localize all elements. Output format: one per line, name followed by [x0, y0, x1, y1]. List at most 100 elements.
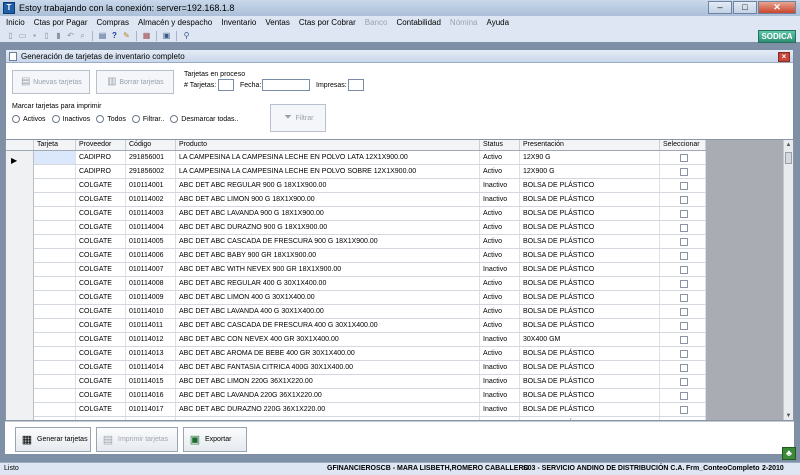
select-checkbox[interactable]	[680, 322, 688, 330]
table-row[interactable]: COLGATE 010114004 ABC DET ABC DURAZNO 900 …	[34, 221, 706, 235]
table-row[interactable]: COLGATE 010114006 ABC DET ABC BABY 900 GR …	[34, 249, 706, 263]
radio-activos[interactable]: Activos	[12, 115, 46, 123]
table-row[interactable]: COLGATE 010114009 ABC DET ABC LIMON 400 G …	[34, 291, 706, 305]
tree-icon[interactable]: ♣	[782, 447, 796, 460]
form-close-button[interactable]: ×	[778, 52, 790, 62]
num-tarjetas-field[interactable]	[218, 79, 234, 91]
menu-nomina[interactable]: Nómina	[450, 18, 478, 27]
radio-desmarcar[interactable]: Desmarcar todas..	[170, 115, 238, 123]
col-tarjeta[interactable]: Tarjeta	[34, 140, 76, 150]
select-checkbox[interactable]	[680, 350, 688, 358]
table-row[interactable]: COLGATE 010114017 ABC DET ABC DURAZNO 220G…	[34, 403, 706, 417]
col-presentacion[interactable]: Presentación	[520, 140, 660, 150]
table-row[interactable]: COLGATE 010114002 ABC DET ABC LIMON 900 G …	[34, 193, 706, 207]
cell-tarjeta[interactable]	[34, 221, 76, 234]
cell-tarjeta[interactable]	[34, 179, 76, 192]
delete-icon[interactable]: ▮	[54, 31, 63, 40]
connect-icon[interactable]: ⚲	[182, 31, 191, 40]
menu-ayuda[interactable]: Ayuda	[487, 18, 510, 27]
menu-banco[interactable]: Banco	[365, 18, 388, 27]
table-row[interactable]: COLGATE 010114001 ABC DET ABC REGULAR 900 …	[34, 179, 706, 193]
cell-tarjeta[interactable]	[34, 361, 76, 374]
table-row[interactable]: COLGATE 010114014 ABC DET ABC FANTASIA CIT…	[34, 361, 706, 375]
calendar-icon[interactable]: ▦	[142, 31, 151, 40]
table-row[interactable]: COLGATE 010114016 ABC DET ABC LAVANDA 220G…	[34, 389, 706, 403]
select-checkbox[interactable]	[680, 392, 688, 400]
scroll-up-icon[interactable]: ▲	[785, 141, 792, 150]
table-row[interactable]: COLGATE 010114015 ABC DET ABC LIMON 220G 3…	[34, 375, 706, 389]
table-row[interactable]: COLGATE 010114011 ABC DET ABC CASCADA DE F…	[34, 319, 706, 333]
select-checkbox[interactable]	[680, 280, 688, 288]
cell-tarjeta[interactable]	[34, 151, 76, 164]
cell-tarjeta[interactable]	[34, 347, 76, 360]
undo-icon[interactable]: ↶	[66, 31, 75, 40]
select-checkbox[interactable]	[680, 182, 688, 190]
cell-tarjeta[interactable]	[34, 235, 76, 248]
fecha-field[interactable]	[262, 79, 310, 91]
table-row[interactable]: COLGATE 010114003 ABC DET ABC LAVANDA 900 …	[34, 207, 706, 221]
print-icon[interactable]: ▤	[98, 31, 107, 40]
table-row[interactable]: COLGATE 010114005 ABC DET ABC CASCADA DE F…	[34, 235, 706, 249]
save-icon[interactable]: ▪	[30, 31, 39, 40]
cell-tarjeta[interactable]	[34, 277, 76, 290]
table-row[interactable]: CADIPRO 291856002 LA CAMPESINA LA CAMPESIN…	[34, 165, 706, 179]
cell-tarjeta[interactable]	[34, 403, 76, 416]
cards-grid[interactable]: ▶ Tarjeta Proveedor Código Producto Stat…	[5, 139, 794, 421]
select-checkbox[interactable]	[680, 210, 688, 218]
scroll-thumb[interactable]	[785, 152, 792, 164]
borrar-tarjetas-button[interactable]: ▥ Borrar tarjetas	[96, 70, 174, 94]
select-checkbox[interactable]	[680, 154, 688, 162]
table-row[interactable]: COLGATE 010114007 ABC DET ABC WITH NEVEX 9…	[34, 263, 706, 277]
select-checkbox[interactable]	[680, 308, 688, 316]
impresas-field[interactable]	[348, 79, 364, 91]
select-checkbox[interactable]	[680, 224, 688, 232]
col-status[interactable]: Status	[480, 140, 520, 150]
menu-inventario[interactable]: Inventario	[221, 18, 256, 27]
menu-almacen[interactable]: Almacén y despacho	[138, 18, 212, 27]
select-checkbox[interactable]	[680, 336, 688, 344]
cell-tarjeta[interactable]	[34, 193, 76, 206]
cell-tarjeta[interactable]	[34, 263, 76, 276]
scroll-down-icon[interactable]: ▼	[785, 412, 792, 420]
printer-setup-icon[interactable]: ▣	[162, 31, 171, 40]
menu-contabilidad[interactable]: Contabilidad	[396, 18, 440, 27]
table-row[interactable]: COLGATE 010114012 ABC DET ABC CON NEVEX 40…	[34, 333, 706, 347]
menu-ventas[interactable]: Ventas	[265, 18, 289, 27]
filtrar-button[interactable]: ⏷ Filtrar	[270, 104, 326, 132]
select-checkbox[interactable]	[680, 238, 688, 246]
cell-tarjeta[interactable]	[34, 165, 76, 178]
table-row[interactable]: COLGATE 010114013 ABC DET ABC AROMA DE BEB…	[34, 347, 706, 361]
vertical-scrollbar[interactable]: ▲ ▼	[783, 140, 793, 420]
open-icon[interactable]: ▭	[18, 31, 27, 40]
select-checkbox[interactable]	[680, 168, 688, 176]
radio-filtrar[interactable]: Filtrar..	[131, 115, 164, 123]
generar-tarjetas-button[interactable]: ▦ Generar tarjetas	[15, 427, 91, 452]
select-checkbox[interactable]	[680, 364, 688, 372]
select-checkbox[interactable]	[680, 406, 688, 414]
table-row[interactable]: CADIPRO 291856001 LA CAMPESINA LA CAMPESIN…	[34, 151, 706, 165]
menu-ctas-por-pagar[interactable]: Ctas por Pagar	[34, 18, 88, 27]
cell-tarjeta[interactable]	[34, 207, 76, 220]
cell-tarjeta[interactable]	[34, 375, 76, 388]
select-checkbox[interactable]	[680, 252, 688, 260]
menu-compras[interactable]: Compras	[97, 18, 129, 27]
col-proveedor[interactable]: Proveedor	[76, 140, 126, 150]
radio-todos[interactable]: Todos	[96, 115, 126, 123]
menu-ctas-por-cobrar[interactable]: Ctas por Cobrar	[299, 18, 356, 27]
table-row[interactable]: COLGATE 010114008 ABC DET ABC REGULAR 400 …	[34, 277, 706, 291]
cell-tarjeta[interactable]	[34, 305, 76, 318]
maximize-button[interactable]: □	[733, 1, 757, 14]
cell-tarjeta[interactable]	[34, 319, 76, 332]
table-row[interactable]: COLGATE 010114010 ABC DET ABC LAVANDA 400 …	[34, 305, 706, 319]
select-checkbox[interactable]	[680, 378, 688, 386]
col-producto[interactable]: Producto	[176, 140, 480, 150]
minimize-button[interactable]: –	[708, 1, 732, 14]
cell-tarjeta[interactable]	[34, 249, 76, 262]
cell-tarjeta[interactable]	[34, 389, 76, 402]
col-codigo[interactable]: Código	[126, 140, 176, 150]
exportar-button[interactable]: ▣ Exportar	[183, 427, 247, 452]
find-icon[interactable]: ⌕	[78, 31, 87, 40]
copy-icon[interactable]: ▯	[42, 31, 51, 40]
col-seleccionar[interactable]: Seleccionar	[660, 140, 706, 150]
select-checkbox[interactable]	[680, 196, 688, 204]
